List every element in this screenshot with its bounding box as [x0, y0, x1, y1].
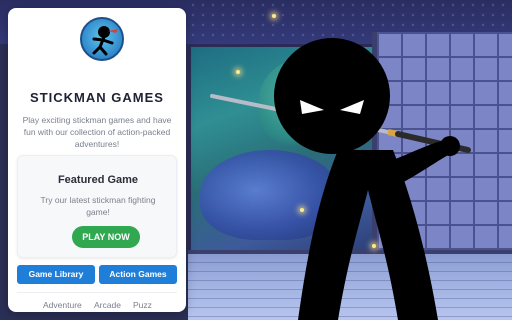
game-library-button[interactable]: Game Library	[17, 265, 95, 284]
play-now-button[interactable]: PLAY NOW	[72, 226, 140, 248]
site-description: Play exciting stickman games and have fu…	[22, 115, 172, 149]
stickman-logo-icon	[80, 17, 124, 61]
ninja-body	[298, 150, 438, 320]
category-link-puzzle[interactable]: Puzz	[133, 300, 152, 310]
featured-game-title: Featured Game	[57, 174, 139, 186]
game-info-card: STICKMAN GAMES Play exciting stickman ga…	[8, 8, 186, 312]
action-games-button[interactable]: Action Games	[99, 265, 177, 284]
ninja-head	[274, 38, 390, 154]
stickman-ninja-illustration	[210, 38, 471, 320]
card-divider	[17, 292, 177, 293]
featured-game-panel: Featured Game Try our latest stickman fi…	[17, 155, 177, 258]
category-link-adventure[interactable]: Adventure	[43, 300, 82, 310]
site-title: STICKMAN GAMES	[30, 90, 164, 105]
logo-ninja-glyph	[92, 26, 118, 56]
featured-game-text: Try our latest stickman fighting game!	[40, 195, 156, 217]
ninja-fist	[440, 136, 460, 156]
category-link-arcade[interactable]: Arcade	[94, 300, 121, 310]
